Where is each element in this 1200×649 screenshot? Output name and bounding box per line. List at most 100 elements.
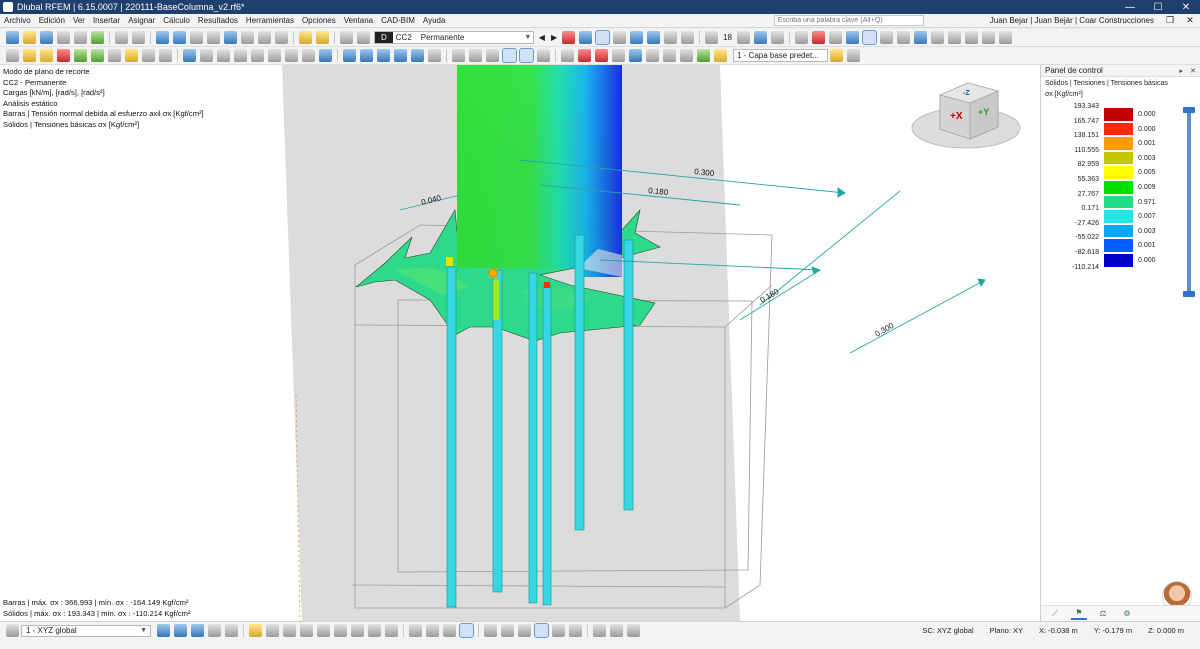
ortho-icon[interactable] bbox=[469, 49, 482, 62]
print-icon[interactable] bbox=[57, 31, 70, 44]
tab-filter-icon[interactable]: ⚙ bbox=[1119, 608, 1135, 620]
tab-results-icon[interactable]: ⚑ bbox=[1071, 608, 1087, 620]
member-load-icon[interactable] bbox=[377, 49, 390, 62]
grid-toggle-icon[interactable] bbox=[593, 624, 606, 637]
menu-edicion[interactable]: Edición bbox=[35, 16, 69, 25]
scale-icon[interactable] bbox=[681, 31, 695, 44]
filter-icon[interactable] bbox=[664, 31, 678, 44]
window-close-icon[interactable]: ✕ bbox=[1180, 15, 1200, 26]
open-model-icon[interactable] bbox=[23, 31, 36, 44]
draw-node-icon[interactable] bbox=[249, 624, 262, 637]
snap-icon[interactable] bbox=[452, 49, 465, 62]
copy-icon[interactable] bbox=[200, 49, 213, 62]
view-2-icon[interactable] bbox=[173, 31, 186, 44]
line-icon[interactable] bbox=[40, 49, 53, 62]
draw-ellipse-icon[interactable] bbox=[368, 624, 381, 637]
model-info-icon[interactable] bbox=[91, 31, 104, 44]
show-all-icon[interactable] bbox=[629, 49, 642, 62]
previous-load-case-icon[interactable]: ◀ bbox=[536, 33, 548, 42]
grid-snap-icon[interactable] bbox=[486, 49, 499, 62]
show-members-icon[interactable] bbox=[578, 49, 591, 62]
color-icon[interactable] bbox=[931, 31, 945, 44]
move-icon[interactable] bbox=[183, 49, 196, 62]
wireframe-icon[interactable] bbox=[771, 31, 785, 44]
view-x-icon[interactable] bbox=[795, 31, 809, 44]
visibility-toggle-icon[interactable] bbox=[569, 624, 582, 637]
chevron-down-icon[interactable]: ▼ bbox=[523, 34, 533, 41]
draw-circle-icon[interactable] bbox=[334, 624, 347, 637]
draw-line-icon[interactable] bbox=[266, 624, 279, 637]
graphics-icon[interactable] bbox=[275, 31, 288, 44]
draw-parabola-icon[interactable] bbox=[385, 624, 398, 637]
transparency-icon[interactable] bbox=[948, 31, 962, 44]
section-icon[interactable] bbox=[647, 31, 661, 44]
dimension-icon[interactable] bbox=[705, 31, 719, 44]
view-perspective-icon[interactable] bbox=[862, 30, 878, 45]
redo-icon[interactable] bbox=[132, 31, 145, 44]
view-options-icon[interactable] bbox=[880, 31, 894, 44]
object-snap-toggle-icon[interactable] bbox=[534, 623, 549, 638]
hide-icon[interactable] bbox=[612, 49, 625, 62]
draw-spline-icon[interactable] bbox=[317, 624, 330, 637]
snap-grid-icon[interactable] bbox=[157, 624, 170, 637]
view-iso-icon[interactable] bbox=[846, 31, 860, 44]
settings-icon[interactable] bbox=[74, 31, 87, 44]
solid-icon[interactable] bbox=[91, 49, 104, 62]
3d-viewport[interactable]: 0.300 0.180 0.040 0.180 0.300 +X +Y -Z M… bbox=[0, 65, 1040, 621]
section-active-icon[interactable] bbox=[459, 623, 474, 638]
imposed-deformation-icon[interactable] bbox=[428, 49, 441, 62]
view-z-icon[interactable] bbox=[829, 31, 843, 44]
zoom-icon[interactable] bbox=[737, 31, 751, 44]
divide-icon[interactable] bbox=[268, 49, 281, 62]
ortho-snap-icon[interactable] bbox=[501, 624, 514, 637]
menu-resultados[interactable]: Resultados bbox=[194, 16, 242, 25]
view-y-icon[interactable] bbox=[812, 31, 826, 44]
chevron-down-icon[interactable]: ▼ bbox=[140, 627, 150, 634]
render-icon[interactable] bbox=[754, 31, 768, 44]
tab-color-scale-icon[interactable]: ⟋ bbox=[1047, 608, 1063, 620]
select-icon[interactable] bbox=[6, 49, 19, 62]
lock-icon[interactable] bbox=[680, 49, 693, 62]
section-edit-icon[interactable] bbox=[159, 49, 172, 62]
menu-insertar[interactable]: Insertar bbox=[89, 16, 124, 25]
clipping-icon[interactable] bbox=[897, 31, 911, 44]
new-model-icon[interactable] bbox=[6, 31, 19, 44]
keyword-search-input[interactable] bbox=[773, 15, 924, 26]
work-plane-icon[interactable] bbox=[519, 48, 534, 63]
load-case-selector[interactable]: D CC2 Permanente ▼ bbox=[374, 31, 534, 44]
draw-arc-icon[interactable] bbox=[283, 624, 296, 637]
support-icon[interactable] bbox=[125, 49, 138, 62]
calculate-icon[interactable] bbox=[224, 31, 237, 44]
table-icon[interactable] bbox=[190, 31, 203, 44]
menu-archivo[interactable]: Archivo bbox=[0, 16, 35, 25]
draw-polyline-icon[interactable] bbox=[300, 624, 313, 637]
extrude-icon[interactable] bbox=[302, 49, 315, 62]
draw-rect-icon[interactable] bbox=[351, 624, 364, 637]
legend-range-slider[interactable] bbox=[1183, 107, 1195, 297]
deformation-icon[interactable] bbox=[613, 31, 627, 44]
load-icon[interactable] bbox=[343, 49, 356, 62]
show-nodes-icon[interactable] bbox=[561, 49, 574, 62]
surface-load-icon[interactable] bbox=[394, 49, 407, 62]
workplane-toggle-icon[interactable] bbox=[610, 624, 623, 637]
menu-calculo[interactable]: Cálculo bbox=[159, 16, 194, 25]
legend-slider-bottom-handle[interactable] bbox=[1183, 291, 1195, 297]
snap-center-icon[interactable] bbox=[208, 624, 221, 637]
opening-icon[interactable] bbox=[108, 49, 121, 62]
guide-line-icon[interactable] bbox=[537, 49, 550, 62]
grid-icon[interactable] bbox=[340, 31, 353, 44]
model-graphic[interactable]: 0.300 0.180 0.040 0.180 0.300 +X +Y -Z bbox=[0, 65, 1040, 621]
user-account[interactable]: Juan Bejar | Juan Bejár | Coar Construcc… bbox=[984, 16, 1160, 25]
report-icon[interactable] bbox=[258, 31, 271, 44]
menu-asignar[interactable]: Asignar bbox=[124, 16, 159, 25]
node-icon[interactable] bbox=[23, 49, 36, 62]
navigator-icon[interactable] bbox=[207, 31, 220, 44]
more-icon[interactable] bbox=[999, 31, 1013, 44]
maximize-button[interactable]: ☐ bbox=[1144, 2, 1172, 13]
menu-ayuda[interactable]: Ayuda bbox=[419, 16, 450, 25]
layer-light-icon[interactable] bbox=[714, 49, 727, 62]
legend-slider-top-handle[interactable] bbox=[1183, 107, 1195, 113]
delete-icon[interactable] bbox=[595, 49, 608, 62]
solid-load-icon[interactable] bbox=[411, 49, 424, 62]
undo-icon[interactable] bbox=[115, 31, 128, 44]
